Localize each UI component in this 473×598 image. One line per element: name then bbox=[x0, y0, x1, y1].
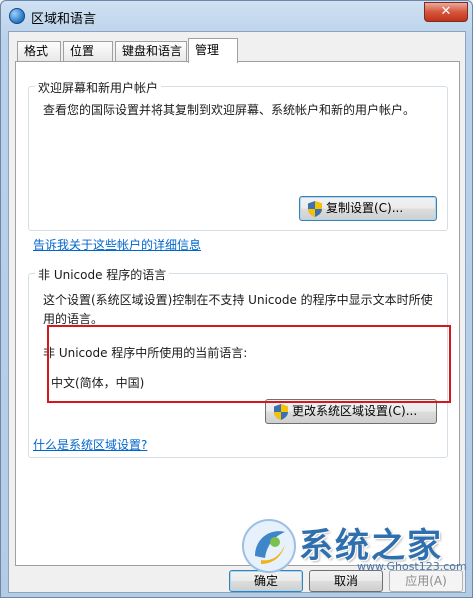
tab-keyboards-languages[interactable]: 键盘和语言 bbox=[115, 41, 187, 62]
tab-administrative[interactable]: 管理 bbox=[188, 38, 238, 63]
tab-location[interactable]: 位置 bbox=[63, 41, 113, 62]
uac-shield-icon bbox=[308, 201, 322, 217]
highlight-annotation bbox=[47, 325, 451, 403]
non-unicode-group-legend: 非 Unicode 程序的语言 bbox=[35, 266, 170, 283]
accounts-info-link[interactable]: 告诉我关于这些帐户的详细信息 bbox=[33, 236, 201, 253]
non-unicode-description-line1: 这个设置(系统区域设置)控制在不支持 Unicode 的程序中显示文本时所使 bbox=[43, 293, 433, 307]
globe-icon bbox=[9, 8, 25, 24]
region-language-window: 区域和语言 ✕ 格式 位置 键盘和语言 管理 欢迎屏幕和新用户帐户 查看您的国际… bbox=[0, 0, 473, 598]
change-system-locale-label: 更改系统区域设置(C)... bbox=[292, 404, 418, 418]
close-button[interactable]: ✕ bbox=[424, 2, 468, 22]
copy-settings-label: 复制设置(C)... bbox=[326, 201, 404, 215]
window-title: 区域和语言 bbox=[31, 12, 97, 27]
close-icon: ✕ bbox=[440, 4, 452, 19]
welcome-group-legend: 欢迎屏幕和新用户帐户 bbox=[35, 79, 162, 96]
welcome-group: 欢迎屏幕和新用户帐户 查看您的国际设置并将其复制到欢迎屏幕、系统帐户和新的用户帐… bbox=[28, 79, 448, 252]
tab-formats[interactable]: 格式 bbox=[17, 41, 61, 62]
watermark-logo-icon bbox=[242, 519, 296, 573]
system-locale-info-link[interactable]: 什么是系统区域设置? bbox=[33, 436, 147, 453]
dialog-client: 格式 位置 键盘和语言 管理 欢迎屏幕和新用户帐户 查看您的国际设置并将其复制到… bbox=[8, 31, 466, 593]
uac-shield-icon bbox=[274, 404, 288, 420]
watermark: 系统之家 www.Ghost123.com bbox=[241, 516, 467, 576]
title-bar[interactable]: 区域和语言 ✕ bbox=[1, 1, 472, 31]
copy-settings-button[interactable]: 复制设置(C)... bbox=[299, 196, 437, 221]
welcome-description: 查看您的国际设置并将其复制到欢迎屏幕、系统帐户和新的用户帐户。 bbox=[43, 103, 416, 117]
watermark-url: www.Ghost123.com bbox=[357, 560, 467, 573]
administrative-panel: 欢迎屏幕和新用户帐户 查看您的国际设置并将其复制到欢迎屏幕、系统帐户和新的用户帐… bbox=[15, 61, 460, 566]
